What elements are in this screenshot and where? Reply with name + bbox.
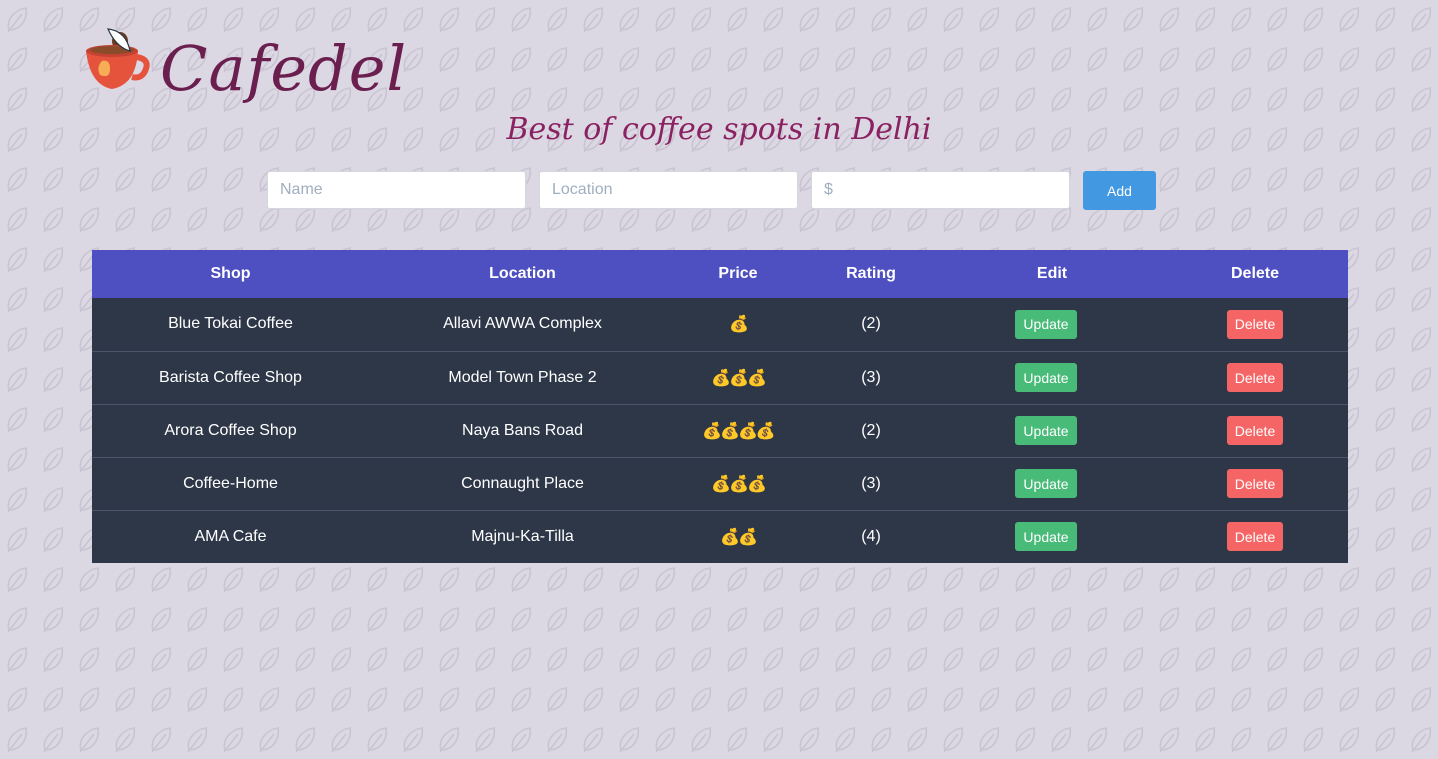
- location-input[interactable]: [539, 171, 798, 209]
- rating-cell: (2): [861, 315, 881, 333]
- update-button[interactable]: Update: [1015, 416, 1077, 445]
- delete-cell: Delete: [1162, 404, 1348, 457]
- edit-cell: Update: [942, 404, 1162, 457]
- brand-name: Cafedel: [160, 32, 408, 105]
- header-location: Location: [489, 265, 556, 282]
- table-row: AMA Cafe Majnu-Ka-Tilla 💰💰 (4) Update De…: [92, 510, 1348, 563]
- table-row: Coffee-Home Connaught Place 💰💰💰 (3) Upda…: [92, 457, 1348, 510]
- delete-button[interactable]: Delete: [1226, 522, 1284, 552]
- update-button[interactable]: Update: [1015, 363, 1077, 392]
- brand-logo[interactable]: Cafedel: [80, 18, 407, 105]
- delete-cell: Delete: [1162, 298, 1348, 351]
- table-header-row: Shop Location Price Rating Edit Delete: [92, 250, 1348, 298]
- delete-button[interactable]: Delete: [1226, 469, 1284, 498]
- update-button[interactable]: Update: [1015, 309, 1077, 339]
- delete-cell: Delete: [1162, 510, 1348, 563]
- add-shop-form: Add: [267, 171, 1156, 210]
- price-cell: 💰💰💰💰: [702, 422, 776, 440]
- delete-button[interactable]: Delete: [1226, 363, 1284, 392]
- delete-button[interactable]: Delete: [1226, 309, 1284, 339]
- edit-cell: Update: [942, 457, 1162, 510]
- price-cell: 💰💰: [720, 528, 758, 546]
- price-cell: 💰: [729, 316, 749, 334]
- edit-cell: Update: [942, 298, 1162, 351]
- delete-button[interactable]: Delete: [1226, 416, 1284, 445]
- header-edit: Edit: [1036, 265, 1068, 282]
- shop-name-cell: Coffee-Home: [183, 474, 278, 492]
- shop-name-cell: AMA Cafe: [194, 527, 267, 545]
- rating-cell: (2): [861, 421, 881, 439]
- header-price: Price: [718, 265, 758, 282]
- price-cell: 💰💰💰: [711, 369, 767, 387]
- rating-cell: (3): [861, 474, 881, 492]
- update-button[interactable]: Update: [1015, 522, 1077, 552]
- header-shop: Shop: [210, 265, 251, 282]
- shop-name-cell: Barista Coffee Shop: [159, 368, 302, 386]
- location-cell: Naya Bans Road: [462, 421, 583, 439]
- table-row: Arora Coffee Shop Naya Bans Road 💰💰💰💰 (2…: [92, 404, 1348, 457]
- update-button[interactable]: Update: [1015, 469, 1077, 498]
- location-cell: Allavi AWWA Complex: [443, 315, 602, 333]
- header-rating: Rating: [846, 265, 896, 282]
- table-row: Barista Coffee Shop Model Town Phase 2 💰…: [92, 351, 1348, 404]
- add-button[interactable]: Add: [1083, 171, 1156, 210]
- table-row: Blue Tokai Coffee Allavi AWWA Complex 💰 …: [92, 298, 1348, 351]
- delete-cell: Delete: [1162, 351, 1348, 404]
- coffee-shops-table: Shop Location Price Rating Edit Delete B…: [92, 250, 1348, 563]
- shop-name-cell: Blue Tokai Coffee: [168, 315, 293, 333]
- edit-cell: Update: [942, 351, 1162, 404]
- name-input[interactable]: [267, 171, 526, 209]
- rating-cell: (3): [861, 368, 881, 386]
- header-delete: Delete: [1230, 265, 1280, 282]
- rating-cell: (4): [861, 527, 881, 545]
- price-cell: 💰💰💰: [711, 475, 767, 493]
- location-cell: Connaught Place: [461, 474, 584, 492]
- price-input[interactable]: [811, 171, 1070, 209]
- location-cell: Model Town Phase 2: [448, 368, 597, 386]
- coffee-cup-icon: [86, 27, 150, 89]
- page-tagline: Best of coffee spots in Delhi: [506, 112, 932, 147]
- edit-cell: Update: [942, 510, 1162, 563]
- delete-cell: Delete: [1162, 457, 1348, 510]
- location-cell: Majnu-Ka-Tilla: [471, 527, 574, 545]
- shop-name-cell: Arora Coffee Shop: [164, 421, 297, 439]
